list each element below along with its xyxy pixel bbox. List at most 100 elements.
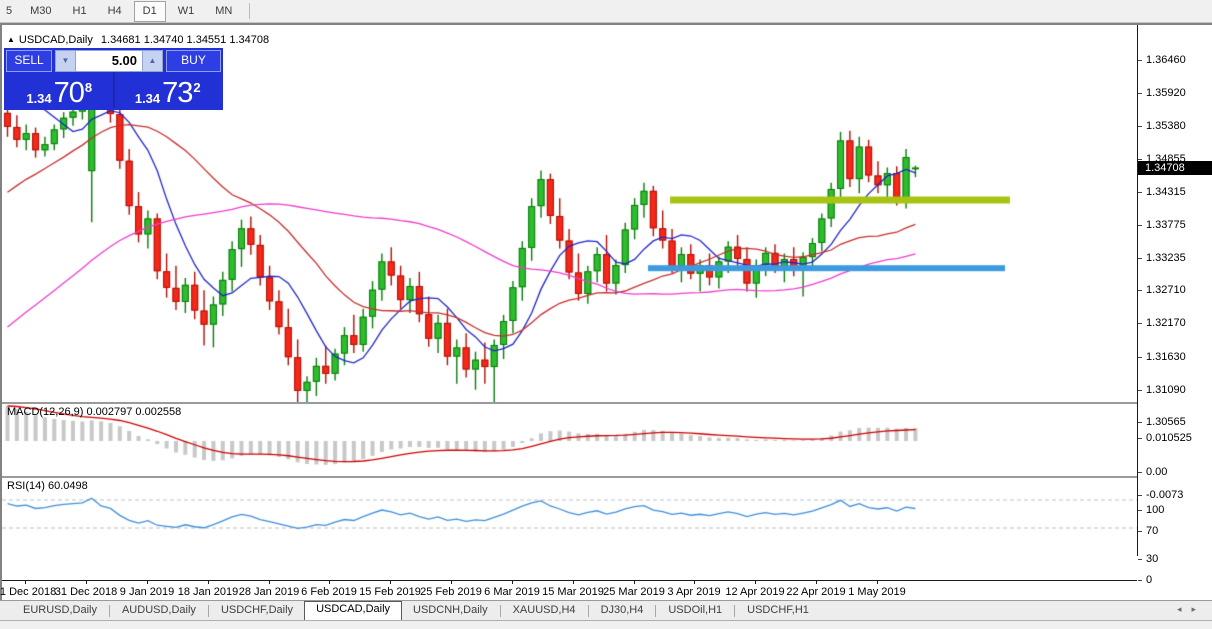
rsi-canvas[interactable] xyxy=(2,478,1137,555)
date-tick-mark xyxy=(573,581,574,584)
chart-tabs: EURUSD,Daily AUDUSD,Daily USDCHF,Daily USDC… xyxy=(12,600,820,621)
sell-price-display[interactable]: 1.34 70 8 xyxy=(6,72,113,108)
date-tick-label: 9 Jan 2019 xyxy=(119,586,175,598)
macd-indicator-label: MACD(12,26,9) 0.002797 0.002558 xyxy=(7,406,182,418)
price-tick-label: 1.31630 xyxy=(1146,350,1186,363)
chart-tab-usdchf-h1[interactable]: USDCHF,H1 xyxy=(736,602,820,620)
price-tick-mark xyxy=(1138,290,1142,292)
chart-tab-usdoil-h1[interactable]: USDOil,H1 xyxy=(657,602,733,620)
tab-divider xyxy=(734,604,736,617)
timeframe-button-W1[interactable]: W1 xyxy=(169,1,204,22)
date-tick-label: 21 Dec 2018 xyxy=(0,586,57,598)
timeframe-button-H4[interactable]: H4 xyxy=(99,1,131,22)
chart-tab-audusd-daily[interactable]: AUDUSD,Daily xyxy=(111,602,207,620)
rsi-tick-label: 0 xyxy=(1146,574,1153,586)
price-tick-label: 1.33775 xyxy=(1146,218,1186,231)
price-tick-label: 1.32710 xyxy=(1146,284,1186,297)
timeframe-button-M30[interactable]: M30 xyxy=(21,1,60,22)
timeframe-button-H1[interactable]: H1 xyxy=(64,1,96,22)
date-tick-mark xyxy=(755,581,756,584)
status-strip xyxy=(0,620,1212,629)
price-tick-label: 1.31090 xyxy=(1146,383,1186,396)
date-tick-label: 15 Mar 2019 xyxy=(542,586,604,598)
date-tick-label: 3 Apr 2019 xyxy=(667,586,721,598)
chart-tab-usdcnh-daily[interactable]: USDCNH,Daily xyxy=(402,602,499,620)
chart-tab-dj30-h4[interactable]: DJ30,H4 xyxy=(590,602,655,620)
date-tick-label: 31 Dec 2018 xyxy=(54,586,118,598)
rsi-indicator-label: RSI(14) 60.0498 xyxy=(7,480,88,492)
chart-region: ▲ USDCAD,Daily 1.34681 1.34740 1.34551 1.3… xyxy=(0,25,1137,601)
rsi-panel-separator[interactable] xyxy=(2,476,1212,478)
date-tick-mark xyxy=(86,581,87,584)
chart-window: ▲ USDCAD,Daily 1.34681 1.34740 1.34551 1.3… xyxy=(0,23,1212,600)
chart-tab-usdcad-daily[interactable]: USDCAD,Daily xyxy=(304,600,403,621)
price-tick-mark xyxy=(1138,224,1142,226)
chart-tab-usdchf-daily[interactable]: USDCHF,Daily xyxy=(210,602,304,620)
rsi-tick-mark xyxy=(1138,531,1142,532)
tab-divider xyxy=(655,604,657,617)
tab-scroll-arrows: ◂▸ xyxy=(1177,604,1206,615)
timeframe-button-5[interactable]: 5 xyxy=(0,1,18,22)
price-tick-mark xyxy=(1138,422,1142,423)
price-axis[interactable]: 1.36460 1.35920 1.35380 1.34855 1.34315 1.337… xyxy=(1138,25,1212,600)
volume-input[interactable]: 5.00 xyxy=(76,50,142,72)
chart-tab-bar: EURUSD,Daily AUDUSD,Daily USDCHF,Daily USDC… xyxy=(0,600,1212,621)
tab-scroll-left-icon[interactable]: ◂ xyxy=(1177,604,1192,614)
date-tick-label: 15 Feb 2019 xyxy=(359,586,421,598)
timeframe-buttons: 5 M30 H1 H4 D1 W1 MN xyxy=(0,0,251,22)
chart-ohlc-quote: 1.34681 1.34740 1.34551 1.34708 xyxy=(100,34,270,46)
sell-button[interactable]: SELL xyxy=(6,50,52,72)
date-tick-label: 25 Mar 2019 xyxy=(603,586,665,598)
timeframe-button-MN[interactable]: MN xyxy=(206,1,241,22)
rsi-tick-label: 30 xyxy=(1146,553,1159,565)
one-click-trading-panel: SELL ▼ 5.00 ▲ BUY 1.34 70 8 1.34 73 2 xyxy=(4,48,223,110)
price-tick-mark xyxy=(1138,93,1142,95)
date-tick-mark xyxy=(25,581,26,584)
date-tick-label: 25 Feb 2019 xyxy=(420,586,482,598)
macd-panel-separator[interactable] xyxy=(2,402,1212,404)
chart-title: ▲ USDCAD,Daily 1.34681 1.34740 1.34551 1.3… xyxy=(7,34,269,46)
price-tick-mark xyxy=(1138,158,1142,160)
date-tick-mark xyxy=(816,581,817,584)
rsi-tick-mark xyxy=(1138,580,1142,581)
date-tick-mark xyxy=(390,581,391,584)
rsi-tick-mark xyxy=(1138,559,1142,560)
date-tick-mark xyxy=(694,581,695,584)
sell-price-prefix: 1.34 xyxy=(26,90,52,106)
volume-increase-button[interactable]: ▲ xyxy=(142,50,163,72)
price-tick-label: 1.36460 xyxy=(1146,54,1186,66)
tab-divider xyxy=(587,604,589,617)
chart-tab-eurusd-daily[interactable]: EURUSD,Daily xyxy=(12,602,108,620)
date-tick-mark xyxy=(269,581,270,584)
price-tick-label: 1.34315 xyxy=(1146,185,1186,198)
date-tick-mark xyxy=(877,581,878,584)
date-tick-label: 1 May 2019 xyxy=(848,586,906,598)
volume-decrease-button[interactable]: ▼ xyxy=(55,50,76,72)
macd-tick-label: 0.00 xyxy=(1146,466,1168,478)
timeframe-button-D1[interactable]: D1 xyxy=(133,0,166,22)
price-tick-mark xyxy=(1138,60,1142,61)
date-tick-mark xyxy=(512,581,513,584)
price-tick-mark xyxy=(1138,323,1142,325)
chart-tab-xauusd-h4[interactable]: XAUUSD,H4 xyxy=(502,602,587,620)
buy-price-big: 73 xyxy=(162,77,193,110)
mt4-terminal: { "toolbar": { "timeframes": [ {"label":… xyxy=(0,0,1212,629)
date-axis[interactable]: 21 Dec 2018 31 Dec 2018 9 Jan 2019 18 Jan 2… xyxy=(0,580,1137,601)
date-tick-mark xyxy=(451,581,452,584)
timeframe-toolbar: 5 M30 H1 H4 D1 W1 MN xyxy=(0,0,1212,23)
price-tick-mark xyxy=(1138,356,1142,358)
toolbar-separator xyxy=(249,3,251,19)
date-tick-mark xyxy=(208,581,209,584)
tab-scroll-right-icon[interactable]: ▸ xyxy=(1191,604,1206,614)
buy-price-prefix: 1.34 xyxy=(134,90,161,106)
macd-tick-mark xyxy=(1138,472,1142,473)
collapse-triangle-icon[interactable]: ▲ xyxy=(7,35,15,44)
date-tick-label: 6 Feb 2019 xyxy=(301,586,357,598)
price-tick-mark xyxy=(1138,126,1142,128)
tab-divider xyxy=(108,604,110,617)
buy-button[interactable]: BUY xyxy=(166,50,221,72)
macd-tick-mark xyxy=(1138,495,1142,496)
chevron-up-icon: ▲ xyxy=(148,56,157,65)
date-tick-mark xyxy=(634,581,635,584)
buy-price-display[interactable]: 1.34 73 2 xyxy=(112,72,222,110)
